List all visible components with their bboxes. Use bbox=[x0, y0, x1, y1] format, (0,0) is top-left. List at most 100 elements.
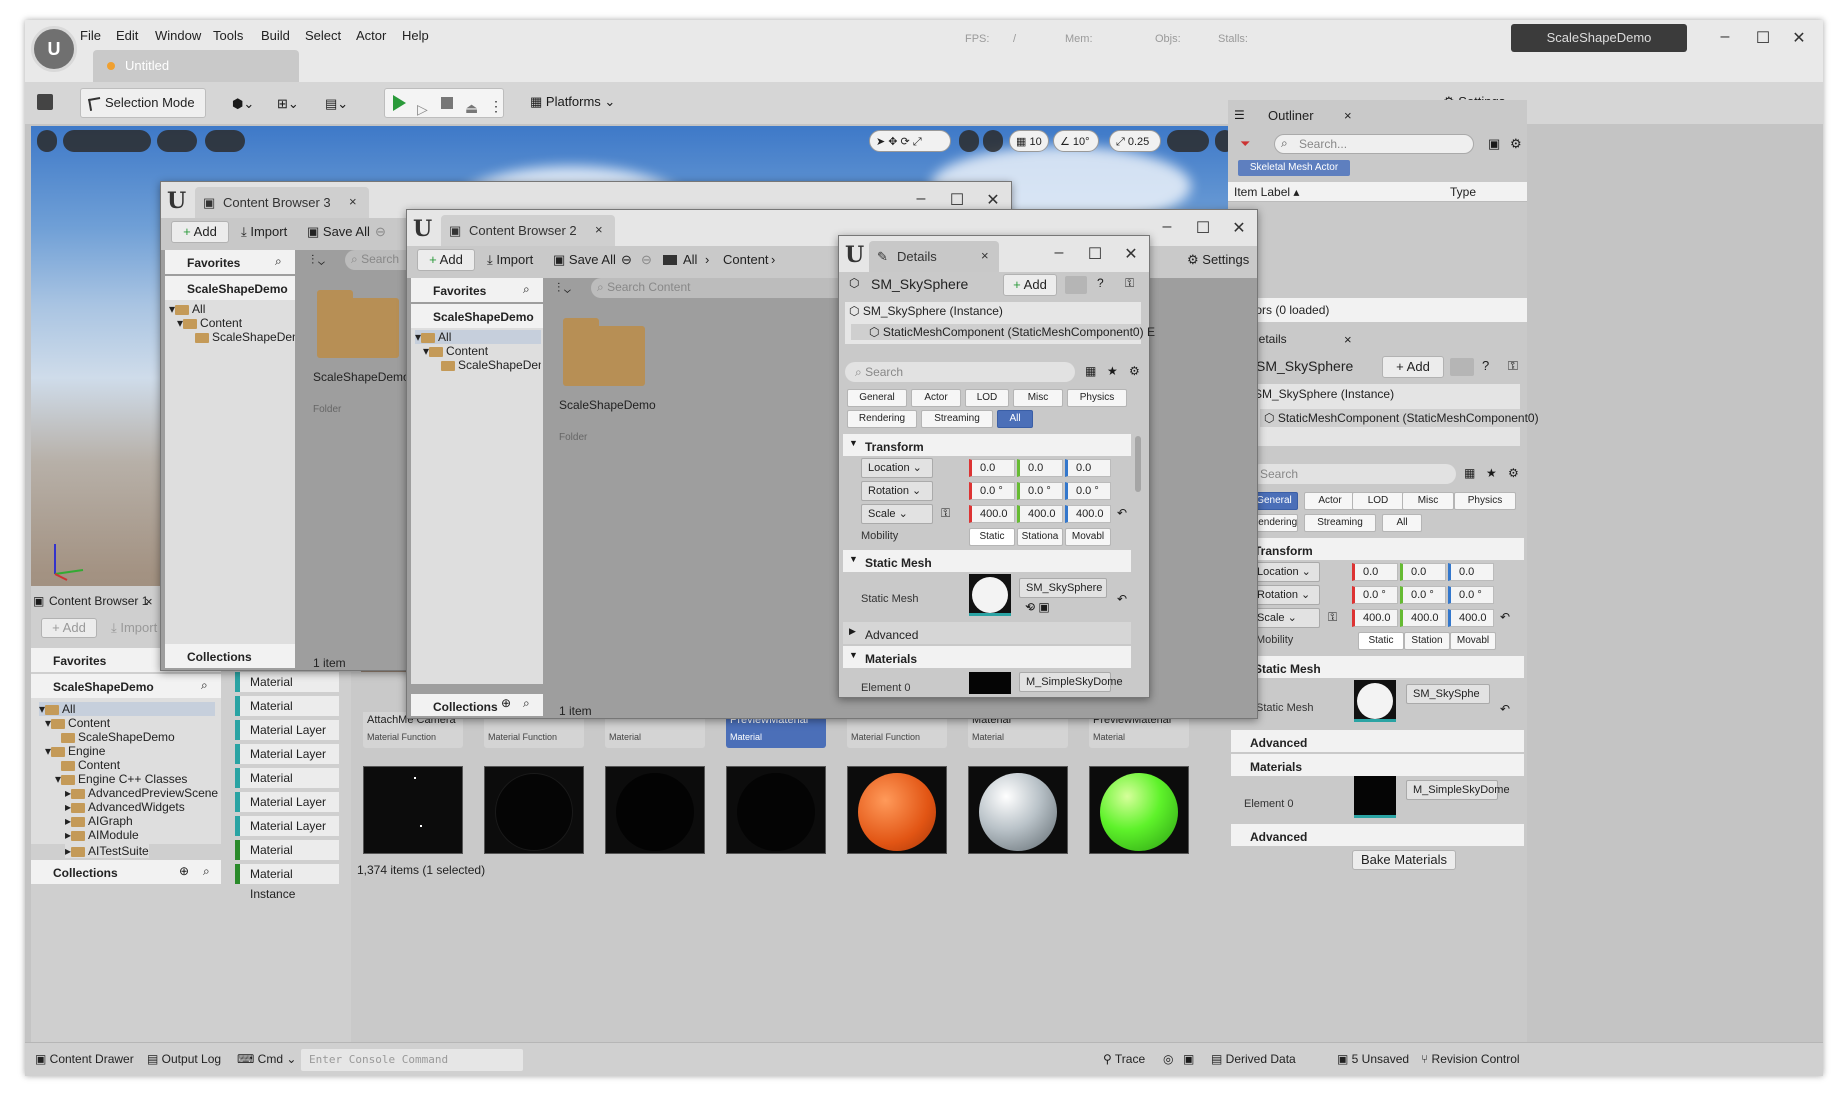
details-search-input[interactable]: Search bbox=[1250, 464, 1456, 484]
cb2-fav-search-icon[interactable]: ⌕ bbox=[523, 282, 530, 297]
derived-data-button[interactable]: ▤ Derived Data bbox=[1211, 1052, 1296, 1066]
asset-list-item[interactable]: Material Function bbox=[235, 768, 339, 805]
location-x[interactable]: 0.0 bbox=[1352, 563, 1398, 581]
rotation-y[interactable]: 0.0 ° bbox=[1017, 482, 1063, 500]
camera-speed-button[interactable] bbox=[1167, 130, 1209, 152]
rotation-x[interactable]: 0.0 ° bbox=[969, 482, 1015, 500]
details-minimize-icon[interactable]: – bbox=[1049, 244, 1069, 262]
menu-tools[interactable]: Tools bbox=[213, 28, 243, 43]
rotation-snap[interactable]: ∠ 10° bbox=[1053, 130, 1099, 152]
asset-thumbnail[interactable] bbox=[1089, 766, 1189, 854]
blueprint-icon[interactable]: ⊞⌄ bbox=[277, 96, 299, 112]
cb2-tab[interactable]: ▣ Content Browser 2 × bbox=[441, 215, 615, 246]
tree-all[interactable]: ▾ All bbox=[39, 702, 215, 716]
details-search-input[interactable]: ⌕ Search bbox=[845, 362, 1075, 382]
cb3-save-all-button[interactable]: ▣ Save All bbox=[307, 224, 370, 240]
component-item[interactable]: ⬡ StaticMeshComponent (StaticMeshCompone… bbox=[851, 324, 1155, 340]
advanced-section[interactable]: Advanced bbox=[1228, 730, 1524, 752]
cb3-close-icon[interactable]: ✕ bbox=[983, 190, 1003, 210]
asset-list-item[interactable]: Material bbox=[235, 672, 339, 692]
cat-streaming[interactable]: Streaming bbox=[1304, 514, 1376, 532]
grid-snap[interactable]: ▦ 10 bbox=[1009, 130, 1049, 152]
unsaved-button[interactable]: ▣ 5 Unsaved bbox=[1337, 1052, 1409, 1066]
mobility-static[interactable]: Static bbox=[969, 528, 1015, 546]
col-type[interactable]: Type bbox=[1450, 185, 1476, 199]
menu-actor[interactable]: Actor bbox=[356, 28, 386, 43]
step-icon[interactable]: ▷ bbox=[417, 95, 428, 123]
camera-icon[interactable]: ▣ bbox=[1183, 1052, 1194, 1066]
details-tab[interactable]: ✎ Details × bbox=[869, 241, 999, 272]
asset-list-item[interactable]: Material Layer bbox=[235, 720, 339, 740]
cb2-settings-button[interactable]: ⚙ Settings bbox=[1187, 252, 1249, 268]
cb2-search-input[interactable]: ⌕ Search Content bbox=[591, 278, 851, 298]
cb3-collections[interactable]: Collections bbox=[165, 644, 295, 668]
details-add-button[interactable]: + Add bbox=[1003, 274, 1057, 296]
lit-button[interactable] bbox=[157, 130, 197, 152]
breadcrumb-content[interactable]: Content bbox=[723, 252, 769, 267]
tree-item[interactable]: ▸ AdvancedPreviewScene bbox=[65, 786, 218, 800]
asset-list-item[interactable]: Material Function bbox=[235, 696, 339, 733]
cat-lod[interactable]: LOD bbox=[965, 389, 1009, 407]
unreal-logo[interactable]: U bbox=[31, 26, 77, 72]
rotation-x[interactable]: 0.0 ° bbox=[1352, 586, 1398, 604]
asset-thumbnail[interactable] bbox=[605, 766, 705, 854]
asset-list-item[interactable]: Material Layer Ble bbox=[235, 816, 339, 853]
tree-item[interactable]: ▸ AITestSuite bbox=[65, 844, 149, 858]
cat-physics[interactable]: Physics bbox=[1454, 492, 1516, 510]
static-mesh-section[interactable]: Static Mesh bbox=[1250, 656, 1524, 678]
location-dropdown[interactable]: Location ⌄ bbox=[1250, 562, 1320, 582]
details-add-button[interactable]: + Add bbox=[1382, 356, 1444, 378]
scale-y[interactable]: 400.0 bbox=[1017, 505, 1063, 523]
record-icon[interactable]: ◎ bbox=[1163, 1052, 1173, 1066]
component-item[interactable]: ⬡ StaticMeshComponent (StaticMeshCompone… bbox=[1260, 409, 1539, 427]
show-button[interactable] bbox=[205, 130, 245, 152]
cat-actor[interactable]: Actor bbox=[911, 389, 961, 407]
favorite-star-icon[interactable]: ★ bbox=[1486, 466, 1497, 480]
cb3-filter-icon[interactable]: ⫶ ⌄ bbox=[311, 252, 325, 268]
cat-misc[interactable]: Misc bbox=[1402, 492, 1454, 510]
rotation-z[interactable]: 0.0 ° bbox=[1065, 482, 1111, 500]
scale-x[interactable]: 400.0 bbox=[969, 505, 1015, 523]
location-y[interactable]: 0.0 bbox=[1017, 459, 1063, 477]
scale-dropdown[interactable]: Scale ⌄ bbox=[861, 504, 933, 524]
asset-list-item[interactable]: Material Layer Ble bbox=[235, 744, 339, 781]
cb2-collections-search-icon[interactable]: ⌕ bbox=[523, 696, 530, 711]
add-folder-icon[interactable]: ▣ bbox=[1488, 136, 1500, 152]
asset-thumbnail[interactable] bbox=[847, 766, 947, 854]
scale-lock-icon[interactable]: ⚿ bbox=[941, 506, 950, 521]
cat-streaming[interactable]: Streaming bbox=[921, 410, 993, 428]
material-dropdown[interactable]: M_SimpleSkyDome bbox=[1019, 672, 1123, 692]
cb2-minimize-icon[interactable]: – bbox=[1157, 218, 1177, 236]
tree-cpp[interactable]: ▾ Engine C++ Classes bbox=[55, 772, 187, 786]
cb2-add-collection-icon[interactable]: ⊕ bbox=[501, 696, 511, 710]
back-icon[interactable]: ⊖ bbox=[621, 252, 632, 268]
cb3-maximize-icon[interactable]: ☐ bbox=[947, 190, 967, 210]
location-dropdown[interactable]: Location ⌄ bbox=[861, 458, 933, 478]
location-x[interactable]: 0.0 bbox=[969, 459, 1015, 477]
cb1-project[interactable]: ScaleShapeDemo bbox=[31, 674, 221, 698]
outliner-search-input[interactable]: ⌕ Search... bbox=[1274, 134, 1474, 154]
minimize-icon[interactable]: – bbox=[1715, 28, 1735, 46]
asset-list-item[interactable]: Material Instance bbox=[235, 840, 339, 877]
cb2-project[interactable]: ScaleShapeDemo bbox=[411, 304, 543, 328]
viewport-menu-button[interactable] bbox=[37, 130, 57, 152]
cb3-tab-close-icon[interactable]: × bbox=[349, 194, 357, 209]
asset-thumbnail[interactable] bbox=[484, 766, 584, 854]
cat-all[interactable]: All bbox=[1382, 514, 1422, 532]
cb2-import-button[interactable]: ⤓ Import bbox=[487, 252, 533, 268]
asset-list-item[interactable]: Material Instance bbox=[235, 864, 339, 901]
tree-engine-content[interactable]: Content bbox=[61, 758, 120, 772]
console-input[interactable]: Enter Console Command bbox=[301, 1049, 523, 1071]
location-z[interactable]: 0.0 bbox=[1065, 459, 1111, 477]
cat-misc[interactable]: Misc bbox=[1013, 389, 1063, 407]
breadcrumb-all[interactable]: All bbox=[683, 252, 697, 267]
menu-file[interactable]: File bbox=[80, 28, 101, 43]
cb2-tab-close-icon[interactable]: × bbox=[595, 222, 603, 237]
cb1-collections[interactable]: Collections bbox=[31, 860, 221, 884]
cat-all[interactable]: All bbox=[997, 410, 1033, 428]
asset-list-item[interactable]: Material Layer Ins bbox=[235, 792, 339, 829]
cb1-search-icon[interactable]: ⌕ bbox=[201, 678, 208, 693]
materials-section[interactable]: Materials bbox=[1228, 754, 1524, 776]
menu-window[interactable]: Window bbox=[155, 28, 201, 43]
cb3-fav-search-icon[interactable]: ⌕ bbox=[275, 254, 282, 269]
